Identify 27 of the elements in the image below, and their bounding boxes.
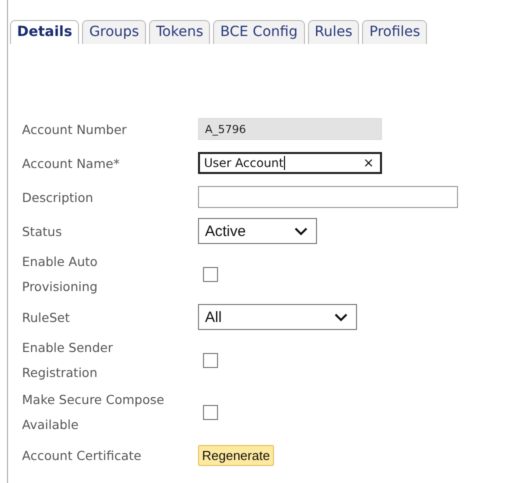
- field-label: Status: [22, 222, 63, 240]
- tab[interactable]: Details: [10, 20, 80, 44]
- checkbox[interactable]: [203, 352, 218, 368]
- field-label: Enable Auto Provisioning: [22, 253, 99, 296]
- tab[interactable]: Tokens: [149, 20, 210, 44]
- field-label: RuleSet: [22, 308, 71, 326]
- tab[interactable]: Rules: [308, 20, 360, 44]
- checkbox[interactable]: [203, 266, 218, 282]
- field-label: Account Name*: [22, 154, 121, 172]
- text-field[interactable]: User Account ×: [198, 152, 382, 174]
- dropdown[interactable]: Active: [198, 218, 317, 244]
- field-label: Account Number: [22, 120, 128, 138]
- regenerate-button[interactable]: Regenerate: [198, 444, 274, 466]
- chevron-down-icon: [334, 312, 348, 322]
- account-number-field: A_5796: [198, 118, 382, 140]
- tab[interactable]: Groups: [82, 20, 146, 44]
- chevron-down-icon: [294, 226, 308, 236]
- tab[interactable]: BCE Config: [213, 20, 305, 44]
- text-field[interactable]: [198, 186, 458, 208]
- field-label: Enable Sender Registration: [22, 339, 114, 382]
- field-label: Account Certificate: [22, 446, 142, 464]
- checkbox[interactable]: [203, 404, 218, 420]
- field-label: Description: [22, 188, 94, 207]
- dropdown[interactable]: All: [198, 304, 357, 330]
- tab[interactable]: Profiles: [362, 20, 428, 44]
- clear-icon[interactable]: ×: [363, 156, 374, 170]
- field-label: Make Secure Compose Available: [22, 391, 166, 434]
